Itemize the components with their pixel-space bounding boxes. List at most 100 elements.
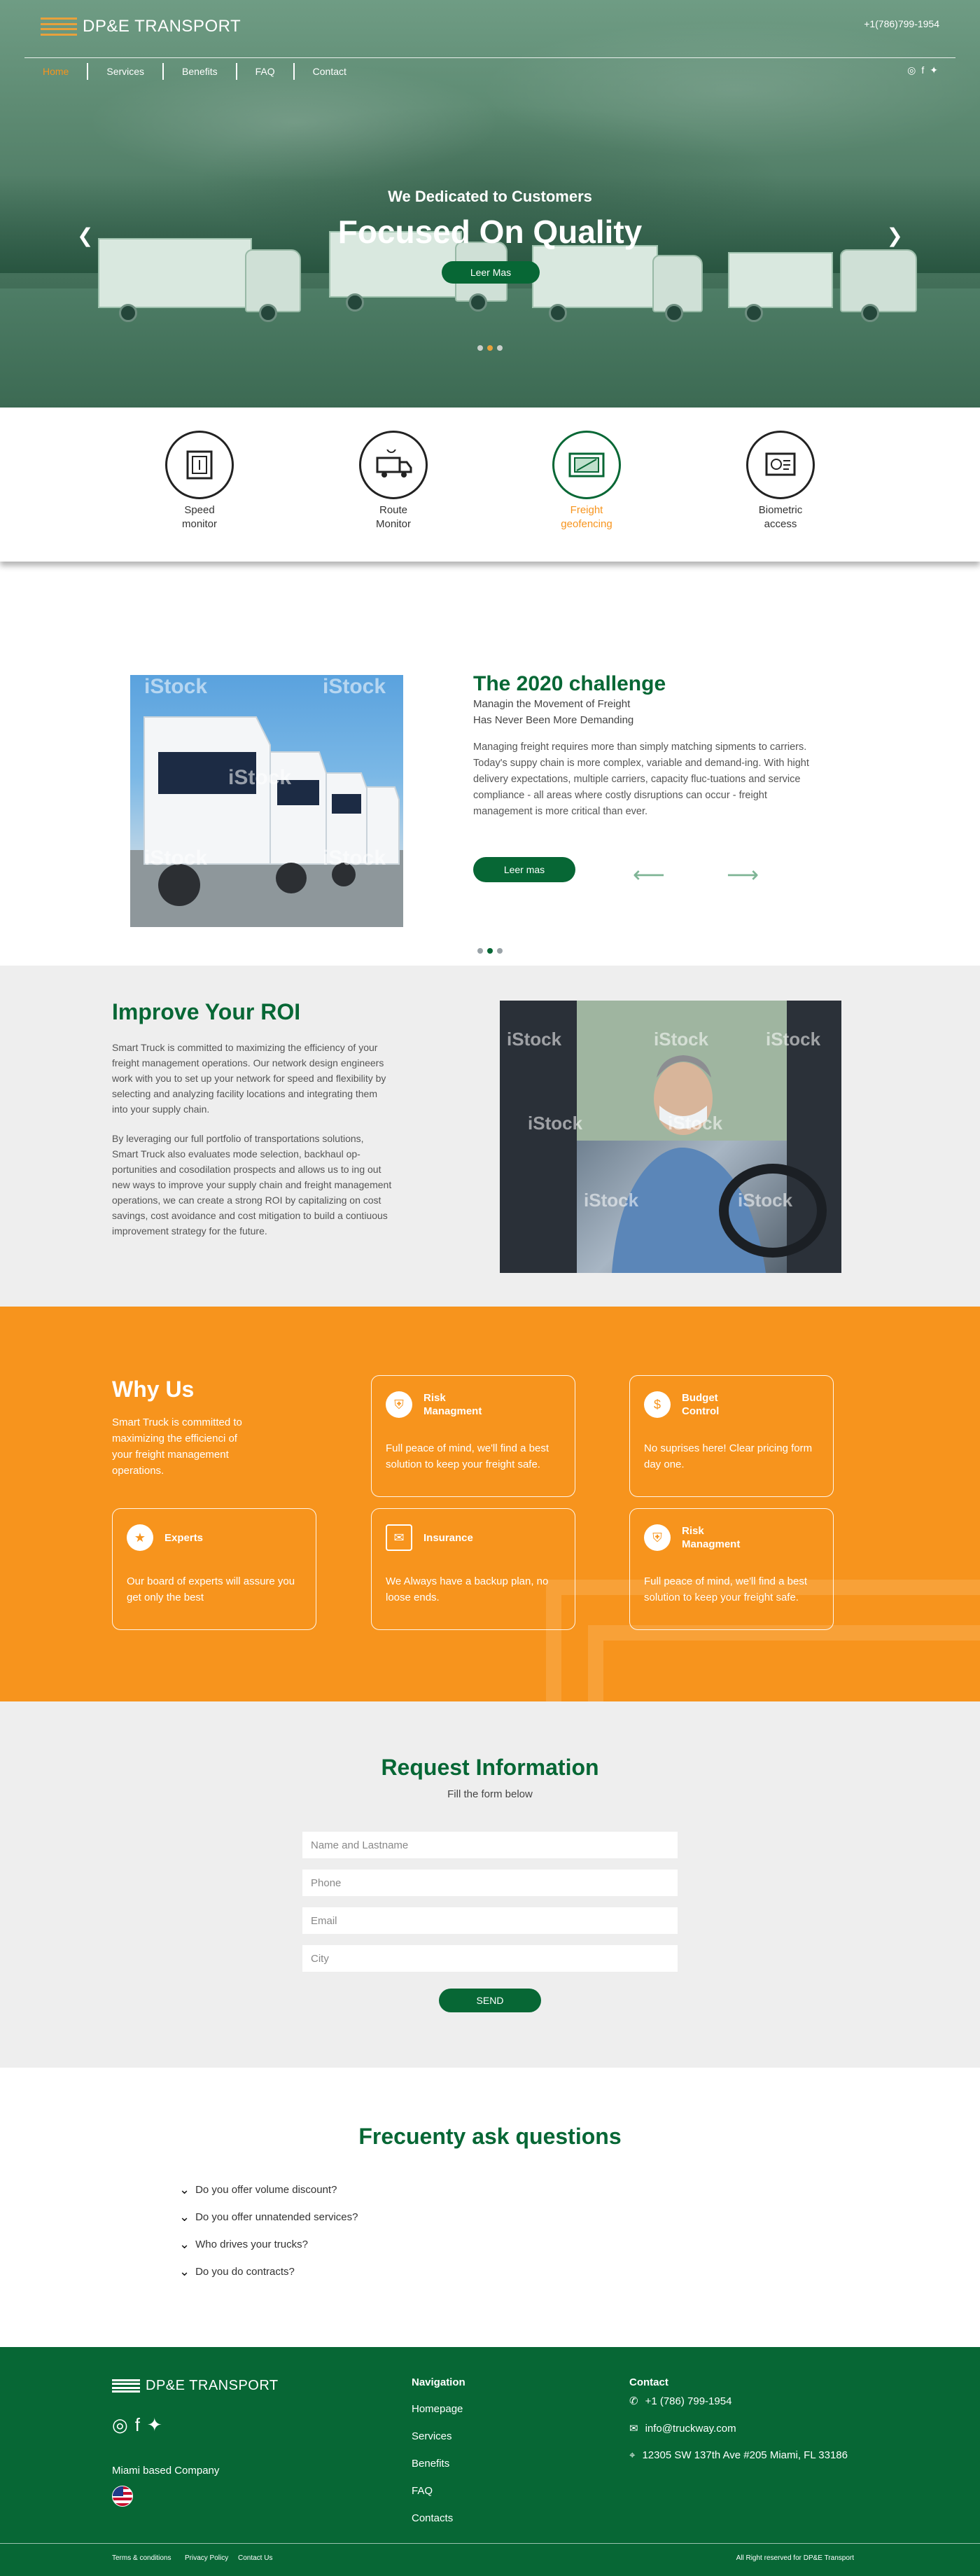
watermark: iStock [144,847,208,870]
challenge-read-more-button[interactable]: Leer mas [473,857,575,882]
why-card-risk-management-2: ⛨ Risk Managment Full peace of mind, we'… [629,1508,834,1630]
hero-title: Focused On Quality [337,214,643,250]
slider-dot[interactable] [477,345,483,351]
challenge-text: Managing freight requires more than simp… [473,742,809,817]
request-subtitle: Fill the form below [447,1788,533,1800]
nav-item-contact[interactable]: Contact [295,63,365,80]
watermark: iStock [738,1190,793,1211]
card-text: No suprises here! Clear pricing form day… [644,1442,813,1470]
feature-route-monitor[interactable]: Route Monitor [355,431,432,531]
faq-item[interactable]: ⌄ Who drives your trucks? [179,2237,308,2252]
twitter-icon[interactable]: ✦ [147,2414,162,2436]
terms-link[interactable]: Terms & conditions [112,2554,171,2562]
footer-address: ⌖ 12305 SW 137th Ave #205 Miami, FL 33186 [629,2449,848,2461]
card-text: Our board of experts will assure you get… [127,1575,295,1603]
freight-geofencing-icon [552,431,621,499]
name-field[interactable] [302,1832,678,1858]
faq-item[interactable]: ⌄ Do you do contracts? [179,2264,295,2279]
challenge-section: iStock iStock iStock iStock iStock The 2… [0,562,980,966]
feature-freight-geofencing[interactable]: Freight geofencing [548,431,625,531]
header-divider [24,57,955,58]
hero-subtitle: We Dedicated to Customers [388,188,592,205]
nav-item-home[interactable]: Home [24,63,89,80]
contact-us-link[interactable]: Contact Us [238,2554,272,2562]
hero-slider-dots [477,345,503,351]
watermark: iStock [323,675,386,698]
faq-title: Frecuenty ask questions [358,2124,622,2149]
why-card-experts: ★ Experts Our board of experts will assu… [112,1508,316,1630]
nav-item-services[interactable]: Services [88,63,164,80]
footer-address-text: 12305 SW 137th Ave #205 Miami, FL 33186 [642,2449,848,2461]
us-flag-icon [112,2486,133,2507]
biometric-access-icon [746,431,815,499]
why-us-intro: Smart Truck is committed to maximizing t… [112,1416,242,1477]
feature-speed-monitor[interactable]: Speed monitor [161,431,238,531]
faq-question: Who drives your trucks? [195,2239,308,2250]
footer-link-faq[interactable]: FAQ [412,2485,433,2497]
card-title: Experts [164,1532,204,1544]
faq-section: Frecuenty ask questions ⌄ Do you offer vo… [0,2068,980,2347]
footer-nav-title: Navigation [412,2376,465,2388]
hero-prev-arrow-icon[interactable]: ❮ [77,224,93,247]
feature-biometric-access[interactable]: Biometric access [742,431,819,531]
decorative-shape [588,1625,980,1701]
experts-icon: ★ [127,1524,153,1551]
roi-paragraph-1: Smart Truck is committed to maximizing t… [112,1042,386,1115]
twitter-icon[interactable]: ✦ [930,64,938,76]
arrow-left-icon[interactable]: ⟵ [633,861,665,888]
header-social: ◎ f ✦ [907,64,938,76]
send-button[interactable]: SEND [439,1989,541,2012]
card-text: Full peace of mind, we'll find a best so… [386,1442,549,1470]
footer-email[interactable]: ✉ info@truckway.com [629,2422,736,2435]
hero-next-arrow-icon[interactable]: ❯ [887,224,903,247]
watermark: iStock [507,1029,562,1050]
footer-link-benefits[interactable]: Benefits [412,2458,449,2470]
instagram-icon[interactable]: ◎ [112,2414,128,2436]
footer-link-services[interactable]: Services [412,2430,452,2442]
why-us-title: Why Us [112,1377,195,1402]
nav-item-benefits[interactable]: Benefits [164,63,237,80]
header-phone[interactable]: +1(786)799-1954 [864,18,939,29]
privacy-link[interactable]: Privacy Policy [185,2554,228,2562]
slider-dot-active[interactable] [487,948,493,954]
slider-dot[interactable] [497,345,503,351]
why-card-budget-control: $ Budget Control No suprises here! Clear… [629,1375,834,1497]
city-field[interactable] [302,1945,678,1972]
phone-icon: ✆ [629,2395,638,2407]
email-icon: ✉ [629,2423,638,2435]
card-title: Budget Control [682,1392,720,1417]
budget-icon: $ [644,1391,671,1418]
watermark: iStock [584,1190,639,1211]
footer-link-contacts[interactable]: Contacts [412,2512,453,2524]
route-monitor-icon [359,431,428,499]
risk-icon: ⛨ [386,1391,412,1418]
faq-item[interactable]: ⌄ Do you offer unnatended services? [179,2210,358,2225]
footer-phone-text: +1 (786) 799-1954 [645,2395,732,2407]
phone-field[interactable] [302,1870,678,1896]
brand-logo[interactable]: DP&E TRANSPORT [41,17,241,36]
slider-dot[interactable] [477,948,483,954]
instagram-icon[interactable]: ◎ [907,64,916,76]
slider-dot[interactable] [497,948,503,954]
card-title: Insurance [424,1532,473,1544]
slider-dot-active[interactable] [487,345,493,351]
nav-item-faq[interactable]: FAQ [237,63,295,80]
facebook-icon[interactable]: f [135,2414,140,2436]
insurance-icon: ✉ [386,1524,412,1551]
faq-item[interactable]: ⌄ Do you offer volume discount? [179,2182,337,2197]
feature-label: Freight geofencing [561,504,612,530]
card-title: Risk Managment [682,1525,741,1550]
facebook-icon[interactable]: f [921,64,924,76]
footer-logo[interactable]: DP&E TRANSPORT [112,2378,279,2394]
email-field[interactable] [302,1907,678,1934]
footer-phone[interactable]: ✆ +1 (786) 799-1954 [629,2395,732,2408]
arrow-right-icon[interactable]: ⟶ [727,861,759,888]
challenge-subtitle: Managin the Movement of Freight Has Neve… [473,698,634,726]
map-icon: ⌖ [629,2449,636,2461]
challenge-title: The 2020 challenge [473,672,666,695]
roi-section: Improve Your ROI Smart Truck is committe… [0,966,980,1307]
main-nav: Home Services Benefits FAQ Contact [24,63,365,80]
footer-link-homepage[interactable]: Homepage [412,2403,463,2415]
risk-icon: ⛨ [644,1524,671,1551]
hero-cta-button[interactable]: Leer Mas [442,261,540,284]
